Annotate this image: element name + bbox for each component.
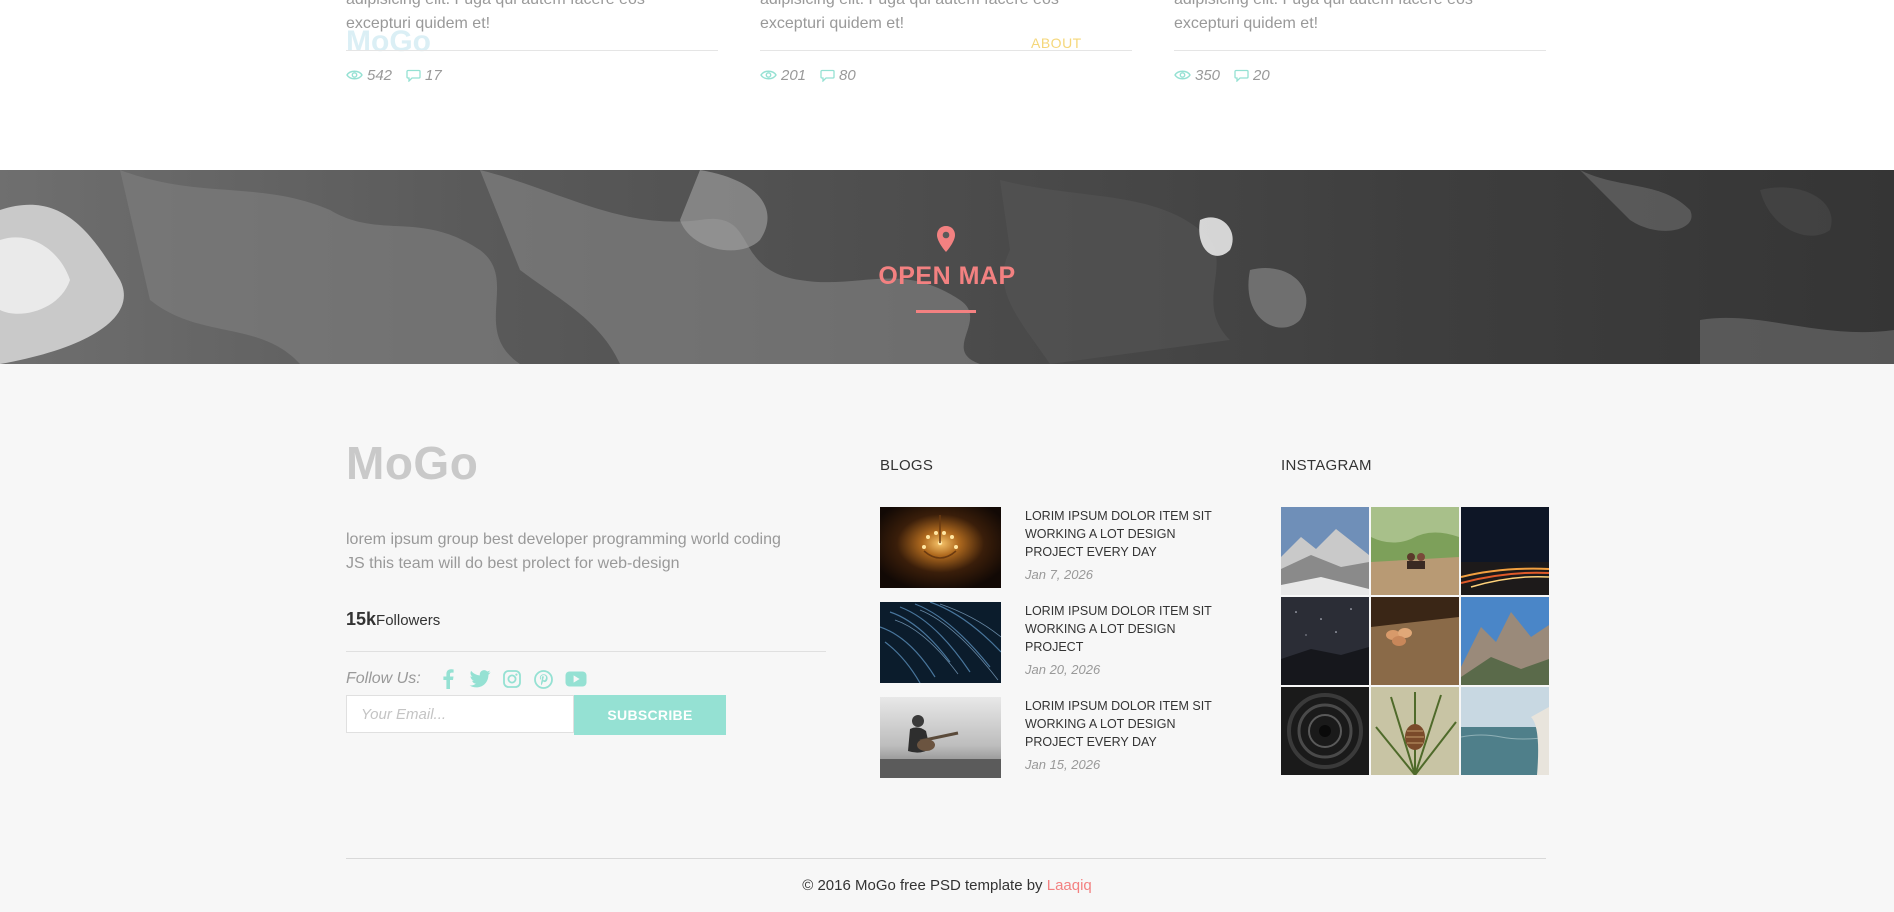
post-card: adipisicing elit. Fuga qui autem facere …	[760, 0, 1132, 100]
twitter-icon[interactable]	[469, 668, 491, 690]
instagram-photo-couple-hill[interactable]	[1371, 507, 1459, 595]
pinterest-icon[interactable]	[533, 668, 555, 690]
youtube-icon[interactable]	[565, 668, 587, 690]
blog-thumbnail-guitarist[interactable]	[880, 697, 1001, 778]
blog-item[interactable]: LORIM IPSUM DOLOR ITEM SIT WORKING A LOT…	[880, 507, 1220, 589]
instagram-photo-night-sky[interactable]	[1281, 597, 1369, 685]
eye-icon	[346, 70, 363, 80]
comments-count: 17	[406, 67, 442, 84]
instagram-photo-rocky-peaks[interactable]	[1461, 597, 1549, 685]
post-divider	[1174, 50, 1546, 51]
comment-icon	[820, 69, 835, 82]
instagram-grid	[1281, 507, 1549, 777]
instagram-icon[interactable]	[501, 668, 523, 690]
comments-count: 20	[1234, 67, 1270, 84]
post-card: adipisicing elit. Fuga qui autem facere …	[1174, 0, 1546, 100]
footer-logo[interactable]: MoGo	[346, 436, 478, 490]
post-divider	[760, 50, 1132, 51]
map-title-underline	[916, 310, 976, 313]
post-meta: 350 20	[1174, 65, 1270, 85]
post-excerpt: adipisicing elit. Fuga qui autem facere …	[346, 0, 645, 32]
comments-count: 80	[820, 67, 856, 84]
footer-description: lorem ipsum group best developer program…	[346, 531, 781, 572]
map-banner[interactable]: OPEN MAP	[0, 170, 1894, 364]
follow-us-label: Follow Us:	[346, 670, 421, 687]
eye-icon	[760, 70, 777, 80]
footer-divider	[346, 651, 826, 652]
followers-stat: 15k Followers	[346, 609, 440, 630]
blog-date: Jan 20, 2026	[1025, 662, 1101, 677]
instagram-photo-tunnel[interactable]	[1281, 687, 1369, 775]
instagram-photo-pinecone[interactable]	[1371, 687, 1459, 775]
instagram-photo-eggs[interactable]	[1371, 597, 1459, 685]
blogs-heading: BLOGS	[880, 457, 934, 474]
comment-icon	[1234, 69, 1249, 82]
blog-thumbnail-star-trails[interactable]	[880, 602, 1001, 683]
follow-us-row: Follow Us:	[346, 668, 587, 690]
blog-title[interactable]: LORIM IPSUM DOLOR ITEM SIT WORKING A LOT…	[1025, 507, 1215, 561]
views-count: 350	[1174, 67, 1220, 84]
instagram-photo-night-road[interactable]	[1461, 507, 1549, 595]
eye-icon	[1174, 70, 1191, 80]
instagram-photo-sea[interactable]	[1461, 687, 1549, 775]
followers-label: Followers	[376, 612, 441, 629]
blog-item[interactable]: LORIM IPSUM DOLOR ITEM SIT WORKING A LOT…	[880, 602, 1220, 684]
blog-thumbnail-chandelier[interactable]	[880, 507, 1001, 588]
views-count: 201	[760, 67, 806, 84]
followers-count: 15k	[346, 609, 377, 629]
copyright: © 2016 MoGo free PSD template by Laaqiq	[802, 877, 1092, 894]
blog-title[interactable]: LORIM IPSUM DOLOR ITEM SIT WORKING A LOT…	[1025, 602, 1215, 656]
instagram-heading: INSTAGRAM	[1281, 457, 1372, 474]
post-excerpt: adipisicing elit. Fuga qui autem facere …	[760, 0, 1059, 32]
blog-date: Jan 7, 2026	[1025, 567, 1093, 582]
post-card: adipisicing elit. Fuga qui autem facere …	[346, 0, 718, 100]
blog-title[interactable]: LORIM IPSUM DOLOR ITEM SIT WORKING A LOT…	[1025, 697, 1215, 751]
facebook-icon[interactable]	[437, 668, 459, 690]
comment-icon	[406, 69, 421, 82]
post-divider	[346, 50, 718, 51]
email-input[interactable]	[346, 695, 574, 733]
post-meta: 201 80	[760, 65, 856, 85]
subscribe-button[interactable]: SUBSCRIBE	[574, 695, 726, 735]
author-link[interactable]: Laaqiq	[1047, 877, 1092, 894]
instagram-photo-mountains[interactable]	[1281, 507, 1369, 595]
footer-bottom-divider	[346, 858, 1546, 859]
blog-date: Jan 15, 2026	[1025, 757, 1101, 772]
post-meta: 542 17	[346, 65, 442, 85]
posts-strip: MoGo ABOUT adipisicing elit. Fuga qui au…	[0, 0, 1894, 170]
blog-item[interactable]: LORIM IPSUM DOLOR ITEM SIT WORKING A LOT…	[880, 697, 1220, 779]
views-count: 542	[346, 67, 392, 84]
post-excerpt: adipisicing elit. Fuga qui autem facere …	[1174, 0, 1473, 32]
open-map-link[interactable]: OPEN MAP	[0, 262, 1894, 291]
map-pin-icon	[937, 226, 955, 252]
footer: MoGo lorem ipsum group best developer pr…	[0, 364, 1894, 912]
